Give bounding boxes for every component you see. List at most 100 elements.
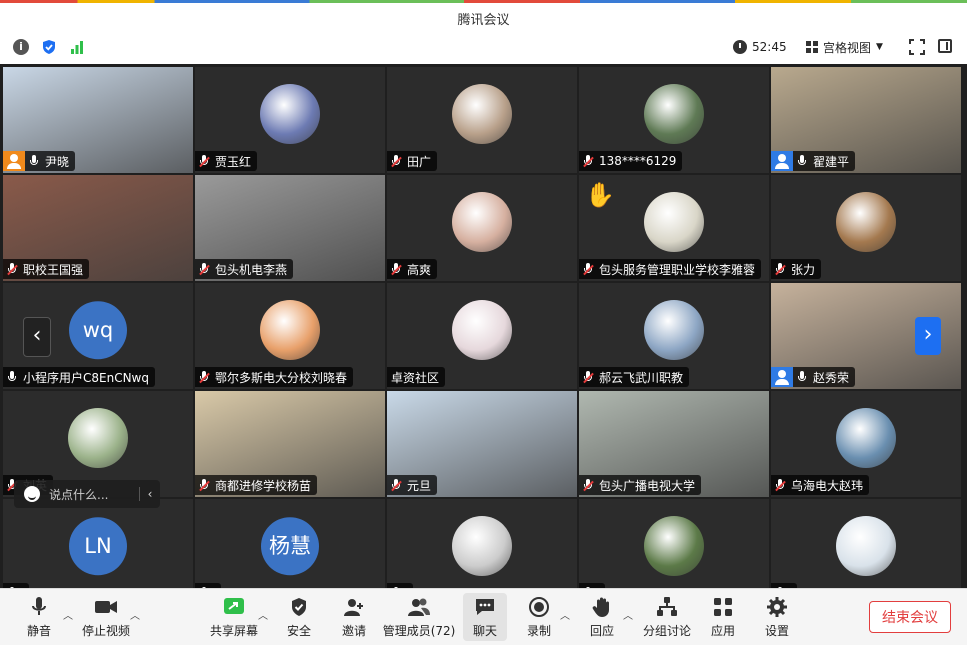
participant-name: 鄂尔多斯电大分校刘晓春 bbox=[215, 370, 348, 385]
participant-tile[interactable]: 元旦 bbox=[387, 391, 577, 497]
participant-name: 郝云飞武川职教 bbox=[599, 370, 684, 385]
mic-muted-icon bbox=[199, 154, 209, 168]
mic-muted-icon bbox=[7, 262, 17, 276]
participant-avatar bbox=[452, 516, 512, 576]
record-icon bbox=[529, 597, 549, 617]
host-badge-icon bbox=[771, 367, 793, 387]
mute-options-caret[interactable]: ︿ bbox=[63, 607, 73, 622]
reactions-options-caret[interactable]: ︿ bbox=[623, 607, 633, 622]
chat-input-placeholder[interactable]: 说点什么... bbox=[49, 486, 139, 503]
chat-label: 聊天 bbox=[472, 624, 497, 638]
participant-name-bar: 包头机电李燕 bbox=[195, 259, 294, 279]
settings-button[interactable]: 设置 bbox=[764, 593, 790, 641]
participant-name: 张力 bbox=[791, 262, 816, 277]
reactions-button[interactable]: 回应 bbox=[589, 593, 615, 641]
participant-tile[interactable]: 田广 bbox=[387, 67, 577, 173]
video-options-caret[interactable]: ︿ bbox=[130, 607, 140, 622]
settings-label: 设置 bbox=[764, 624, 789, 638]
participant-name-bar: 乌海电大赵玮 bbox=[771, 475, 870, 495]
breakout-rooms-button[interactable]: 分组讨论 bbox=[643, 593, 691, 641]
raise-hand-icon bbox=[592, 597, 609, 617]
meeting-info-bar: i 52:45 宫格视图 ▼ bbox=[0, 31, 967, 64]
apps-button[interactable]: 应用 bbox=[710, 593, 736, 641]
gear-icon bbox=[767, 597, 787, 617]
record-options-caret[interactable]: ︿ bbox=[560, 607, 570, 622]
stop-video-button[interactable]: 停止视频 bbox=[82, 593, 130, 641]
mic-muted-icon bbox=[391, 478, 401, 492]
fullscreen-icon[interactable] bbox=[909, 39, 925, 55]
manage-members-button[interactable]: 管理成员(72) bbox=[383, 593, 455, 641]
participant-name: 元旦 bbox=[407, 478, 432, 493]
security-button[interactable]: 安全 bbox=[285, 593, 313, 641]
video-grid: 尹晓 贾玉红 田广 138****6129 翟建平职校王国强 包头机电李燕 高爽 ✋ 包头服务管… bbox=[0, 64, 967, 605]
participant-tile[interactable]: 郝云飞武川职教 bbox=[579, 283, 769, 389]
participant-name: 包头机电李燕 bbox=[215, 262, 288, 277]
collapse-chat-icon[interactable]: ‹ bbox=[139, 487, 160, 501]
participant-name: 小程序用户C8EnCNwq bbox=[23, 370, 149, 385]
participant-tile[interactable]: 贾玉红 bbox=[195, 67, 385, 173]
invite-button[interactable]: 邀请 bbox=[340, 593, 368, 641]
microphone-icon bbox=[7, 370, 17, 384]
chat-bubble-icon bbox=[476, 599, 494, 615]
apps-grid-icon bbox=[714, 598, 732, 616]
participant-avatar bbox=[836, 516, 896, 576]
share-options-caret[interactable]: ︿ bbox=[258, 607, 268, 622]
participant-name-bar: 138****6129 bbox=[579, 151, 683, 171]
sidebar-toggle-icon[interactable] bbox=[938, 39, 952, 53]
participant-name: 职校王国强 bbox=[23, 262, 84, 277]
invite-label: 邀请 bbox=[341, 624, 366, 638]
participant-name: 包头服务管理职业学校李雅蓉 bbox=[599, 262, 756, 277]
participant-tile[interactable]: 包头广播电视大学 bbox=[579, 391, 769, 497]
participant-tile[interactable]: 包头机电李燕 bbox=[195, 175, 385, 281]
mute-button[interactable]: 静音 bbox=[24, 593, 54, 641]
microphone-icon bbox=[797, 370, 807, 384]
participant-name-bar: 职校王国强 bbox=[3, 259, 90, 279]
view-mode-dropdown[interactable]: 宫格视图 ▼ bbox=[806, 38, 883, 56]
participant-avatar bbox=[836, 192, 896, 252]
shield-check-icon[interactable] bbox=[41, 39, 57, 55]
participant-tile[interactable]: 翟建平 bbox=[771, 67, 961, 173]
participant-name: 赵秀荣 bbox=[813, 370, 850, 385]
share-screen-button[interactable]: 共享屏幕 bbox=[210, 593, 258, 641]
participant-tile[interactable]: 鄂尔多斯电大分校刘晓春 bbox=[195, 283, 385, 389]
host-badge-icon bbox=[771, 151, 793, 171]
title-bar: 腾讯会议 bbox=[0, 3, 967, 31]
participant-tile[interactable]: 高爽 bbox=[387, 175, 577, 281]
apps-label: 应用 bbox=[710, 624, 735, 638]
participant-name: 田广 bbox=[407, 154, 432, 169]
record-button[interactable]: 录制 bbox=[526, 593, 552, 641]
quick-chat-popup[interactable]: 说点什么... ‹ bbox=[14, 480, 160, 508]
participant-avatar bbox=[644, 84, 704, 144]
raised-hand-icon: ✋ bbox=[585, 181, 615, 209]
participant-name: 尹晓 bbox=[45, 154, 70, 169]
info-icon[interactable]: i bbox=[13, 39, 29, 55]
end-meeting-button[interactable]: 结束会议 bbox=[869, 601, 951, 633]
chat-button[interactable]: 聊天 bbox=[463, 593, 507, 641]
participant-name: 包头广播电视大学 bbox=[599, 478, 696, 493]
participant-tile[interactable]: 职校王国强 bbox=[3, 175, 193, 281]
shield-icon bbox=[292, 598, 306, 616]
participant-tile[interactable]: 张力 bbox=[771, 175, 961, 281]
share-screen-label: 共享屏幕 bbox=[210, 624, 259, 638]
mic-muted-icon bbox=[199, 262, 209, 276]
participant-initials-avatar: LN bbox=[69, 517, 127, 576]
participant-tile[interactable]: 尹晓 bbox=[3, 67, 193, 173]
participant-name-bar: 小程序用户C8EnCNwq bbox=[3, 367, 155, 387]
signal-bars-icon[interactable] bbox=[69, 39, 85, 55]
emoji-icon[interactable] bbox=[24, 486, 40, 502]
participant-name-bar: 高爽 bbox=[387, 259, 438, 279]
participant-tile[interactable]: 卓资社区 bbox=[387, 283, 577, 389]
bottom-toolbar: 静音 ︿ 停止视频 ︿ 共享屏幕 ︿ 安全 邀请 管理成员(72) 聊天 录制 … bbox=[0, 588, 967, 645]
next-page-button[interactable]: › bbox=[915, 317, 941, 355]
participant-name-bar: 元旦 bbox=[387, 475, 438, 495]
host-badge-icon bbox=[3, 151, 25, 171]
participant-tile[interactable]: 商都进修学校杨苗 bbox=[195, 391, 385, 497]
participant-name-bar: 贾玉红 bbox=[195, 151, 258, 171]
participant-tile[interactable]: 138****6129 bbox=[579, 67, 769, 173]
mic-muted-icon bbox=[775, 478, 785, 492]
participant-tile[interactable]: ✋ 包头服务管理职业学校李雅蓉 bbox=[579, 175, 769, 281]
prev-page-button[interactable]: ‹ bbox=[23, 317, 51, 357]
microphone-icon bbox=[29, 154, 39, 168]
add-user-icon bbox=[344, 599, 363, 616]
participant-tile[interactable]: 乌海电大赵玮 bbox=[771, 391, 961, 497]
